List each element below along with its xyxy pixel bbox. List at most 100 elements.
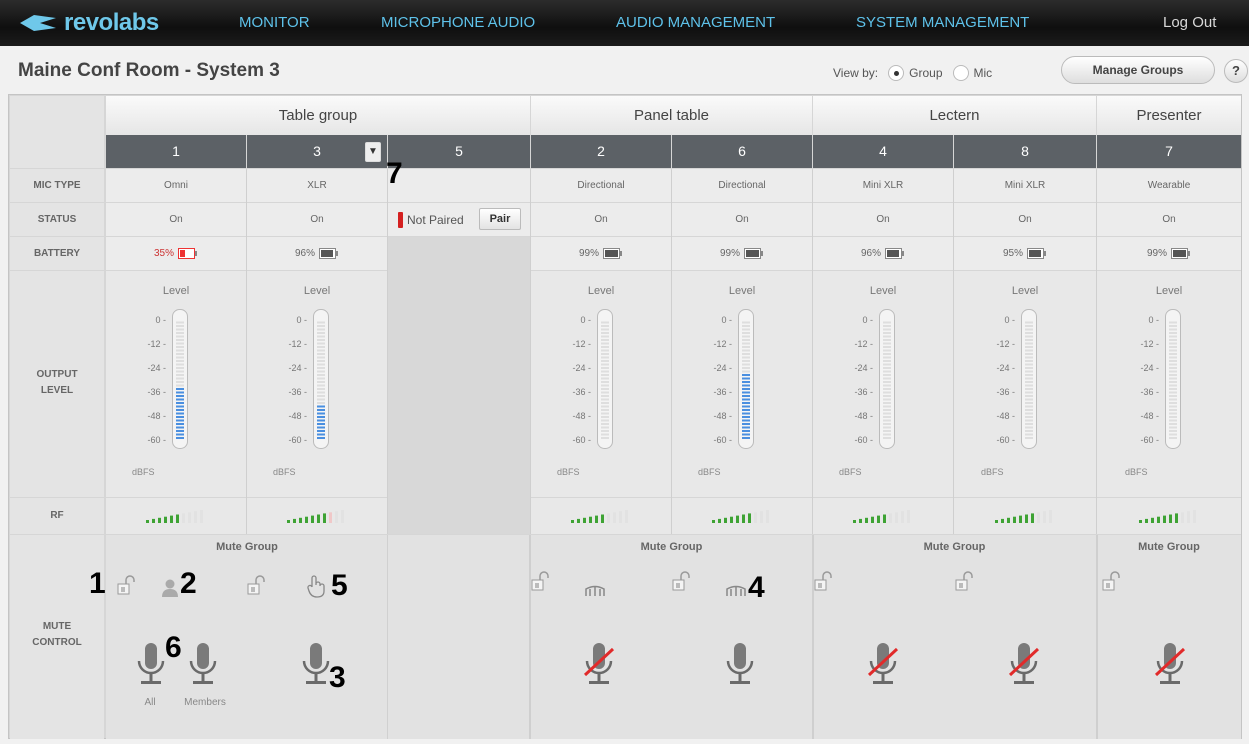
row-label-corner xyxy=(10,96,104,168)
view-by-mic-label[interactable]: Mic xyxy=(974,66,993,80)
battery-percent: 99% xyxy=(719,248,740,259)
row-label-output-line1: OUTPUT xyxy=(36,369,78,380)
mic-6-mute-icon[interactable] xyxy=(723,641,757,689)
unpaired-indicator xyxy=(398,212,403,228)
view-by-label: View by: xyxy=(833,66,879,80)
level-tick-label: -48 - xyxy=(713,411,732,421)
mute-group-label: Mute Group xyxy=(216,541,278,553)
battery-percent: 96% xyxy=(860,248,881,259)
mic-type-cell: XLR xyxy=(247,169,387,202)
nav-monitor[interactable]: MONITOR xyxy=(239,14,310,31)
level-title: Level xyxy=(303,285,331,297)
rf-cell xyxy=(247,498,387,534)
level-tick-label: -24 - xyxy=(572,363,591,373)
battery-icon xyxy=(178,247,197,259)
level-tick-label: 0 - xyxy=(155,315,166,325)
mic-type-cell: Directional xyxy=(531,169,671,202)
unlock-icon[interactable] xyxy=(814,571,834,593)
level-meter-box: Level 0 - -12 - -24 - -36 - -48 - -60 - dBFS xyxy=(531,271,671,497)
unlock-icon[interactable] xyxy=(117,575,137,597)
level-tick-label: -48 - xyxy=(1140,411,1159,421)
level-tick-label: -36 - xyxy=(996,387,1015,397)
battery-cell: 99% xyxy=(672,237,812,270)
nav-system-management[interactable]: SYSTEM MANAGEMENT xyxy=(856,14,1029,31)
level-unit: dBFS xyxy=(557,467,580,477)
level-tick-label: -24 - xyxy=(996,363,1015,373)
unpaired-column-top xyxy=(388,169,530,202)
revolabs-logo[interactable]: revolabs xyxy=(18,9,159,37)
level-tick-label: -24 - xyxy=(288,363,307,373)
level-tick-label: -36 - xyxy=(147,387,166,397)
mic-number-header: 5 xyxy=(388,135,530,168)
callout-4: 4 xyxy=(748,571,765,604)
status-cell: On xyxy=(954,203,1096,236)
level-meter-box: Level 0 - -12 - -24 - -36 - -48 - -60 - dBFS xyxy=(672,271,812,497)
not-paired-label: Not Paired xyxy=(407,213,464,227)
level-tick-label: -24 - xyxy=(1140,363,1159,373)
mic-4-muted-icon[interactable] xyxy=(866,641,900,689)
mute-all-mic-icon[interactable] xyxy=(134,641,168,689)
level-title: Level xyxy=(728,285,756,297)
row-label-mute-line2: CONTROL xyxy=(32,637,82,648)
column-divider xyxy=(530,169,531,534)
row-label-battery: BATTERY xyxy=(10,237,104,270)
mic-number-header: 3 ▼ xyxy=(247,135,387,168)
mic-7-muted-icon[interactable] xyxy=(1153,641,1187,689)
unpaired-mute-divider xyxy=(387,535,388,739)
rf-cell xyxy=(672,498,812,534)
rf-signal-meter xyxy=(146,510,203,523)
nav-microphone-audio[interactable]: MICROPHONE AUDIO xyxy=(381,14,535,31)
level-meter-bar xyxy=(597,309,613,449)
unpaired-column-body xyxy=(388,237,530,534)
level-meter-bar xyxy=(1021,309,1037,449)
pair-button[interactable]: Pair xyxy=(479,208,521,230)
mic-2-muted-icon[interactable] xyxy=(582,641,616,689)
manage-groups-button[interactable]: Manage Groups xyxy=(1061,56,1215,84)
mic-3-mute-icon[interactable] xyxy=(299,641,333,689)
mic-type-cell: Mini XLR xyxy=(954,169,1096,202)
level-tick-label: -60 - xyxy=(713,435,732,445)
unlock-icon[interactable] xyxy=(531,571,551,593)
group-header: Lectern xyxy=(813,96,1096,135)
view-by-group-radio[interactable] xyxy=(888,65,905,81)
logout-link[interactable]: Log Out xyxy=(1163,14,1216,31)
battery-icon xyxy=(319,247,338,259)
nav-audio-management[interactable]: AUDIO MANAGEMENT xyxy=(616,14,775,31)
battery-percent: 99% xyxy=(578,248,599,259)
unlock-icon[interactable] xyxy=(1102,571,1122,593)
level-unit: dBFS xyxy=(273,467,296,477)
mic-dropdown-button[interactable]: ▼ xyxy=(365,142,381,162)
level-title: Level xyxy=(1011,285,1039,297)
mic-type-cell: Omni xyxy=(106,169,246,202)
level-tick-label: -36 - xyxy=(1140,387,1159,397)
mute-group-divider xyxy=(812,535,814,739)
rf-cell xyxy=(813,498,953,534)
unlock-icon[interactable] xyxy=(247,575,267,597)
level-tick-label: 0 - xyxy=(296,315,307,325)
mic-8-muted-icon[interactable] xyxy=(1007,641,1041,689)
level-tick-label: -48 - xyxy=(572,411,591,421)
row-label-rf: RF xyxy=(10,498,104,534)
level-tick-label: -36 - xyxy=(713,387,732,397)
level-tick-label: -48 - xyxy=(147,411,166,421)
level-tick-label: 0 - xyxy=(721,315,732,325)
level-tick-label: -24 - xyxy=(147,363,166,373)
row-label-mute-control: MUTE CONTROL xyxy=(10,535,104,739)
unlock-icon[interactable] xyxy=(955,571,975,593)
level-tick-label: 0 - xyxy=(1004,315,1015,325)
view-by-group-label[interactable]: Group xyxy=(909,66,942,80)
view-by-mic-radio[interactable] xyxy=(952,65,969,81)
level-unit: dBFS xyxy=(1125,467,1148,477)
level-tick-label: 0 - xyxy=(1148,315,1159,325)
row-label-output-line2: LEVEL xyxy=(40,385,74,396)
push-to-talk-icon[interactable] xyxy=(306,575,326,599)
battery-icon xyxy=(1171,247,1190,259)
level-tick-label: -12 - xyxy=(572,339,591,349)
mic-number-header: 2 xyxy=(531,135,671,168)
table-mic-icon xyxy=(726,585,746,596)
level-meter-box: Level 0 - -12 - -24 - -36 - -48 - -60 - dBFS xyxy=(954,271,1096,497)
row-label-mic-type: MIC TYPE xyxy=(10,169,104,202)
unlock-icon[interactable] xyxy=(672,571,692,593)
help-button[interactable]: ? xyxy=(1224,59,1248,83)
mute-members-mic-icon[interactable] xyxy=(186,641,220,689)
